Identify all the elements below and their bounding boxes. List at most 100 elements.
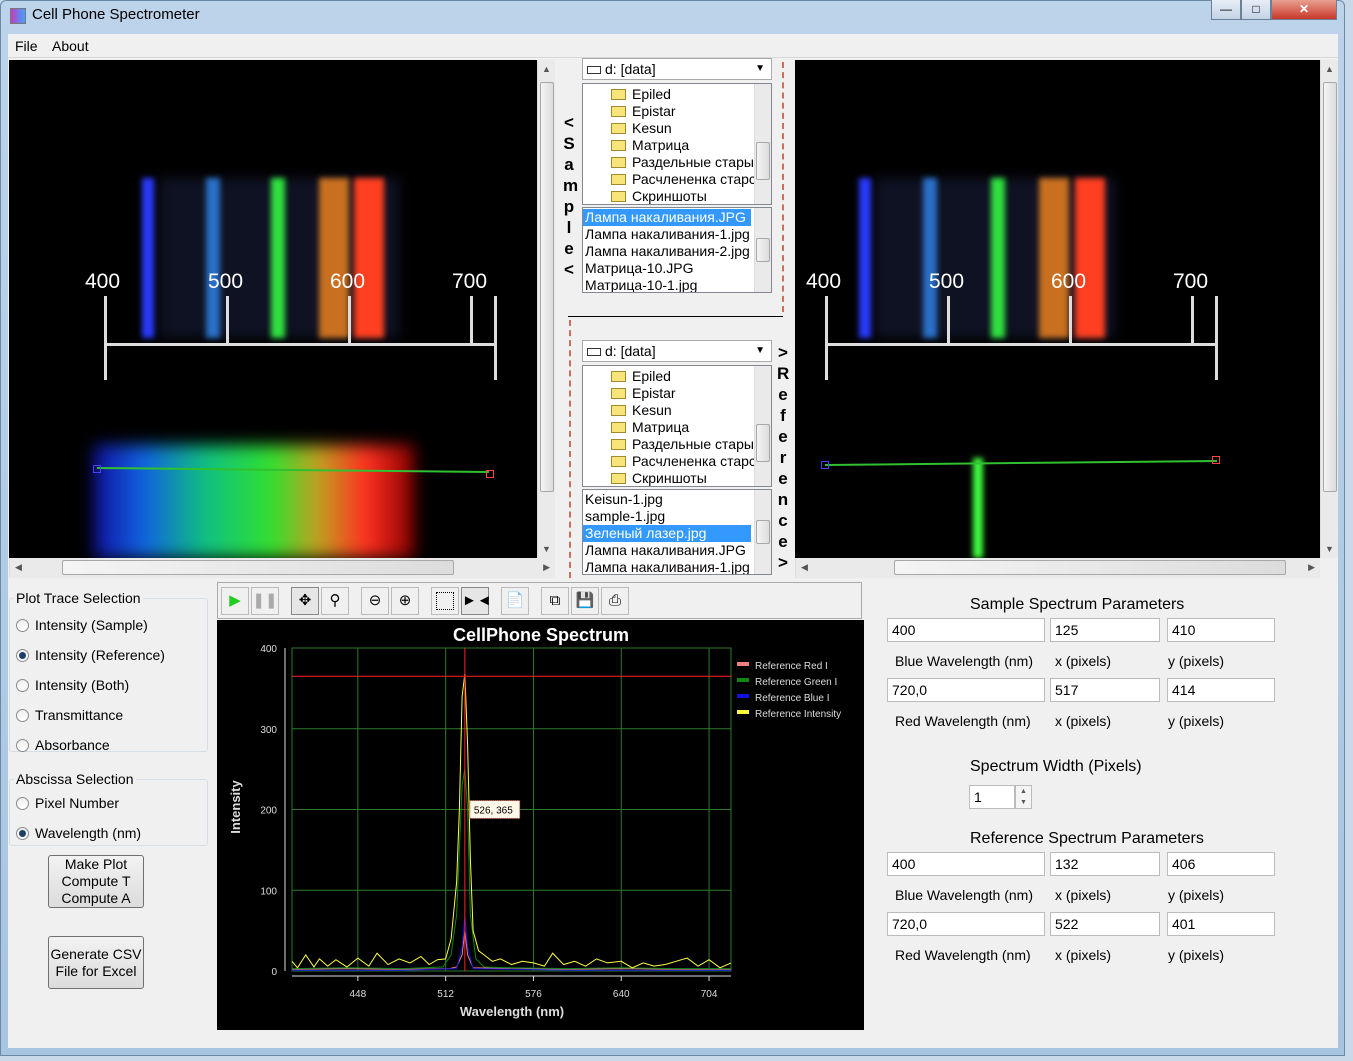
red-y-input[interactable]: 414 (1167, 678, 1275, 702)
red-y-input[interactable]: 401 (1167, 912, 1275, 936)
copy-button[interactable]: ⧉ (541, 587, 569, 615)
spectrum-chart[interactable]: CellPhone Spectrum 448 512 576 640 704 0 100 200… (217, 620, 864, 1030)
radio-button[interactable] (16, 826, 29, 840)
folder-list-scrollbar[interactable] (754, 84, 771, 204)
cursor-button[interactable]: ►◄ (461, 587, 492, 615)
blue-x-input[interactable]: 125 (1050, 618, 1160, 642)
folder-item[interactable]: Kesun (583, 402, 753, 419)
file-item[interactable]: Матрица-10-1.jpg (583, 277, 751, 292)
radio-option[interactable]: Intensity (Reference) (10, 640, 207, 670)
blue-y-input[interactable]: 410 (1167, 618, 1275, 642)
file-item[interactable]: Матрица-10.JPG (583, 260, 751, 277)
spectrum-width-input[interactable]: 1 (969, 785, 1015, 809)
folder-item[interactable]: Kesun (583, 120, 753, 137)
file-item[interactable]: Лампа накаливания-1.jpg (583, 559, 751, 574)
folder-icon (611, 473, 626, 484)
close-button[interactable]: ✕ (1271, 0, 1337, 20)
folder-item[interactable]: Epistar (583, 103, 753, 120)
radio-option[interactable]: Pixel Number (10, 788, 207, 818)
sample-trace-end-handle[interactable] (486, 470, 494, 478)
reference-vertical-scrollbar[interactable]: ▲ ▼ (1320, 60, 1338, 558)
generate-csv-button[interactable]: Generate CSV File for Excel (48, 936, 144, 989)
file-list-scrollbar[interactable] (754, 490, 771, 574)
maximize-button[interactable]: □ (1241, 0, 1271, 20)
zoom-out-button[interactable]: ⊖ (361, 587, 389, 615)
radio-button[interactable] (16, 618, 29, 632)
zoom-fit-button[interactable]: ⚲ (321, 587, 349, 615)
folder-item[interactable]: Расчлененка старс (583, 453, 756, 470)
red-x-input[interactable]: 517 (1050, 678, 1160, 702)
file-item[interactable]: Лампа накаливания-2.jpg (583, 243, 751, 260)
play-button[interactable]: ▶ (221, 587, 249, 615)
file-item[interactable]: Лампа накаливания-1.jpg (583, 226, 751, 243)
sample-vertical-scrollbar[interactable]: ▲ ▼ (537, 60, 555, 558)
radio-button[interactable] (16, 796, 29, 810)
sample-horizontal-scrollbar[interactable]: ◀ ▶ (9, 558, 555, 578)
blue-wavelength-input[interactable]: 400 (887, 852, 1045, 876)
radio-option[interactable]: Transmittance (10, 700, 207, 730)
folder-list[interactable]: Epiled Epistar Kesun Матрица Раздельные стар… (582, 365, 772, 487)
spectrum-width-stepper[interactable]: ▲ ▼ (1015, 785, 1032, 809)
make-plot-button[interactable]: Make Plot Compute T Compute A (48, 855, 144, 908)
file-item[interactable]: Лампа накаливания.JPG (583, 542, 751, 559)
save-button[interactable]: 💾 (571, 587, 599, 615)
file-item[interactable]: sample-1.jpg (583, 508, 751, 525)
blue-wavelength-input[interactable]: 400 (887, 618, 1045, 642)
red-wavelength-input[interactable]: 720,0 (887, 678, 1045, 702)
menu-file[interactable]: File (15, 38, 38, 54)
sample-image[interactable]: 400 500 600 700 (9, 60, 537, 558)
folder-item[interactable]: Epistar (583, 385, 753, 402)
radio-button[interactable] (16, 738, 29, 752)
folder-list-scrollbar[interactable] (754, 366, 771, 486)
file-list-scrollbar[interactable] (754, 208, 771, 292)
scale-label: 500 (208, 270, 244, 293)
radio-option[interactable]: Absorbance (10, 730, 207, 760)
spectrum-width-label: Spectrum Width (Pixels) (970, 758, 1142, 775)
reference-horizontal-scrollbar[interactable]: ◀ ▶ (795, 558, 1320, 578)
file-item[interactable]: Лампа накаливания.JPG (583, 209, 751, 226)
zoom-in-button[interactable]: ⊕ (391, 587, 419, 615)
cursor-icon: ►◄ (462, 592, 492, 609)
folder-item[interactable]: Матрица (583, 137, 753, 154)
folder-item[interactable]: Epiled (583, 86, 753, 103)
select-rect-button[interactable] (431, 587, 459, 615)
radio-option[interactable]: Intensity (Both) (10, 670, 207, 700)
file-list[interactable]: Keisun-1.jpg sample-1.jpg Зеленый лазер.jp… (582, 489, 772, 575)
reference-trace-start-handle[interactable] (821, 461, 829, 469)
reference-trace-end-handle[interactable] (1212, 456, 1220, 464)
radio-option[interactable]: Wavelength (nm) (10, 818, 207, 848)
file-item[interactable]: Зеленый лазер.jpg (583, 525, 751, 542)
print-button[interactable]: ⎙ (601, 587, 629, 615)
folder-item[interactable]: Расчлененка старс (583, 171, 756, 188)
drive-select[interactable]: d: [data] ▼ (582, 340, 772, 362)
reference-image[interactable]: 400 500 600 700 (795, 60, 1320, 558)
radio-button[interactable] (16, 708, 29, 722)
folder-item[interactable]: Матрица (583, 419, 753, 436)
radio-button[interactable] (16, 648, 29, 662)
folder-item[interactable]: Раздельные стары (583, 436, 754, 453)
legend-swatch (737, 678, 749, 682)
section-title: Reference Spectrum Parameters (970, 830, 1204, 847)
pan-button[interactable]: ✥ (291, 587, 319, 615)
red-wavelength-input[interactable]: 720,0 (887, 912, 1045, 936)
folder-item[interactable]: Раздельные стары (583, 154, 754, 171)
folder-list[interactable]: Epiled Epistar Kesun Матрица Раздельные стар… (582, 83, 772, 205)
folder-item[interactable]: Скриншоты (583, 188, 753, 204)
sample-trace-start-handle[interactable] (93, 465, 101, 473)
minimize-button[interactable]: — (1211, 0, 1241, 20)
folder-item[interactable]: Epiled (583, 368, 753, 385)
folder-item[interactable]: Скриншоты (583, 470, 753, 486)
radio-button[interactable] (16, 678, 29, 692)
red-x-input[interactable]: 522 (1050, 912, 1160, 936)
x-label: x (pixels) (1055, 947, 1112, 963)
drive-select[interactable]: d: [data] ▼ (582, 58, 772, 80)
blue-y-input[interactable]: 406 (1167, 852, 1275, 876)
pause-button[interactable]: ❚❚ (251, 587, 279, 615)
blue-x-input[interactable]: 132 (1050, 852, 1160, 876)
menu-about[interactable]: About (52, 38, 89, 54)
file-list[interactable]: Лампа накаливания.JPG Лампа накаливания-1… (582, 207, 772, 293)
menu-bar: File About (8, 34, 1338, 58)
properties-button[interactable]: 📄 (501, 587, 529, 615)
file-item[interactable]: Keisun-1.jpg (583, 491, 751, 508)
radio-option[interactable]: Intensity (Sample) (10, 610, 207, 640)
